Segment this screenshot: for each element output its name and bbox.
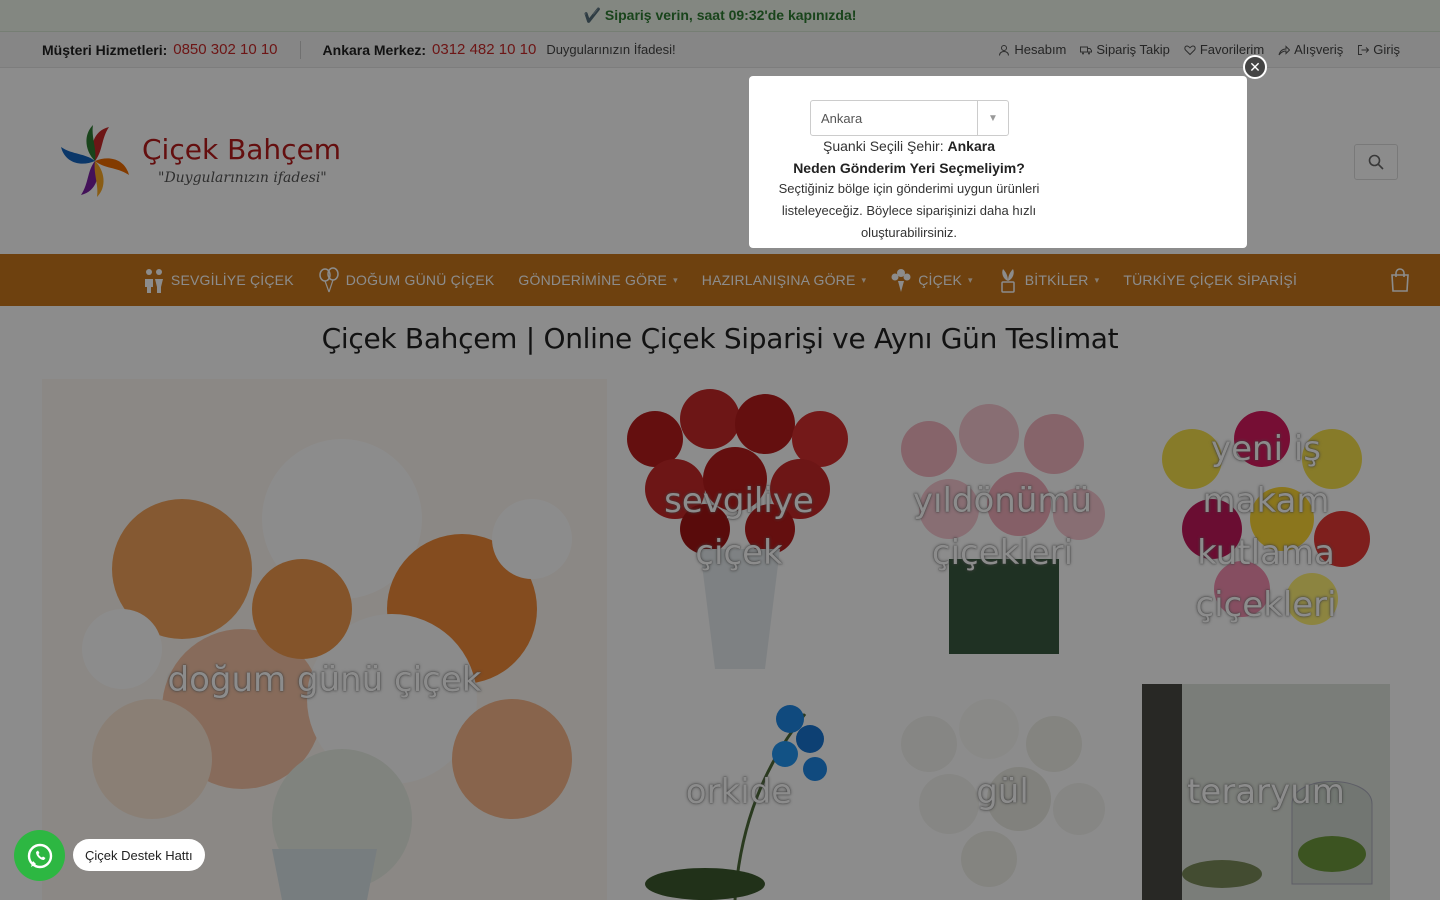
whatsapp-button[interactable] — [14, 830, 65, 881]
current-city-value: Ankara — [947, 138, 995, 154]
whatsapp-icon — [27, 843, 52, 868]
city-select-modal: Ankara ▼ Şuanki Seçili Şehir: Ankara Ned… — [749, 76, 1247, 248]
city-select-value: Ankara — [821, 110, 863, 126]
support-line-label[interactable]: Çiçek Destek Hattı — [73, 839, 205, 871]
current-city-label: Şuanki Seçili Şehir: — [823, 138, 944, 154]
modal-description: Seçtiğiniz bölge için gönderimi uygun ür… — [778, 181, 1040, 240]
modal-close-button[interactable]: ✕ — [1243, 55, 1267, 79]
city-select[interactable]: Ankara ▼ — [810, 100, 1009, 136]
chevron-down-icon: ▼ — [977, 101, 1008, 135]
support-line-text: Çiçek Destek Hattı — [85, 847, 193, 863]
current-city: Şuanki Seçili Şehir: Ankara — [749, 138, 1069, 154]
why-title: Neden Gönderim Yeri Seçmeliyim? — [793, 160, 1025, 176]
close-icon: ✕ — [1249, 59, 1261, 75]
